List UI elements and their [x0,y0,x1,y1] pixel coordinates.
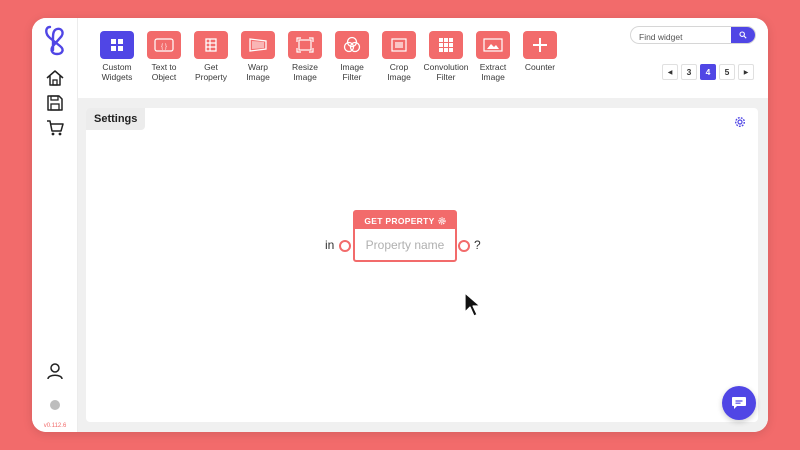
cart-icon[interactable] [45,118,65,138]
search-button[interactable] [731,27,755,43]
gear-icon[interactable] [734,116,746,128]
svg-text:{ }: { } [161,44,167,50]
widget-label: Extract Image [479,62,507,82]
workspace: Settings in GET PROPERTY ? [78,98,768,432]
left-rail: v0.112.6 [32,18,78,432]
input-port[interactable] [339,240,351,252]
filter-circles-icon [343,36,361,53]
table-icon [205,38,217,52]
widget-label: Warp Image [246,62,270,82]
output-port[interactable] [458,240,470,252]
widget-resize-image[interactable]: Resize Image [282,31,328,82]
widget-toolbar: Custom Widgets { } Text to Object Get Pr… [78,18,768,98]
widget-convolution-filter[interactable]: Convolution Filter [423,31,469,82]
node-title: GET PROPERTY [364,215,435,226]
widget-label: Custom Widgets [101,62,133,82]
input-port-label: in [325,238,335,252]
widget-get-property[interactable]: Get Property [188,31,234,82]
widget-custom-widgets[interactable]: Custom Widgets [94,31,140,82]
widget-crop-image[interactable]: Crop Image [376,31,422,82]
pager-page-4[interactable]: 4 [700,64,716,80]
widget-counter[interactable]: Counter [517,31,563,73]
home-icon[interactable] [45,68,65,88]
logo-icon[interactable] [42,24,68,56]
matrix-icon [439,38,453,52]
pager-prev-button[interactable]: ◀ [662,64,678,80]
widget-search [630,26,756,44]
settings-tab[interactable]: Settings [86,108,146,130]
text-json-icon: { } [154,38,174,52]
search-input[interactable] [631,29,731,43]
widget-label: Text to Object [151,62,177,82]
version-label: v0.112.6 [43,423,67,429]
output-port-label: ? [474,238,481,252]
node-gear-icon[interactable] [437,216,446,225]
pager-next-button[interactable]: ▶ [738,64,754,80]
status-dot [50,400,60,410]
widget-pager: ◀ 3 4 5 ▶ [662,64,754,80]
chat-icon [732,397,746,409]
user-icon[interactable] [45,361,65,381]
chat-button[interactable] [722,386,756,420]
node-header[interactable]: GET PROPERTY [355,212,455,229]
widget-extract-image[interactable]: Extract Image [470,31,516,82]
node-canvas[interactable]: Settings in GET PROPERTY ? [86,108,758,422]
warp-icon [249,38,267,52]
property-name-input[interactable] [359,234,451,256]
widget-warp-image[interactable]: Warp Image [235,31,281,82]
search-icon [739,31,747,39]
plus-icon [533,38,547,52]
extract-icon [483,38,503,52]
widget-label: Counter [524,62,556,72]
widget-label: Crop Image [387,62,411,82]
mouse-cursor-icon [464,292,481,317]
get-property-node[interactable]: GET PROPERTY [353,210,457,262]
pager-page-3[interactable]: 3 [681,64,697,80]
widget-label: Image Filter [340,62,364,82]
pager-page-5[interactable]: 5 [719,64,735,80]
widget-label: Convolution Filter [423,62,469,82]
app-window: v0.112.6 Custom Widgets { } Text to Obje… [32,18,768,432]
widget-label: Resize Image [292,62,318,82]
resize-icon [296,37,314,53]
widget-text-to-object[interactable]: { } Text to Object [141,31,187,82]
grid-icon [111,39,123,51]
widget-image-filter[interactable]: Image Filter [329,31,375,82]
crop-icon [391,38,407,52]
widget-label: Get Property [194,62,228,82]
save-icon[interactable] [45,93,65,113]
